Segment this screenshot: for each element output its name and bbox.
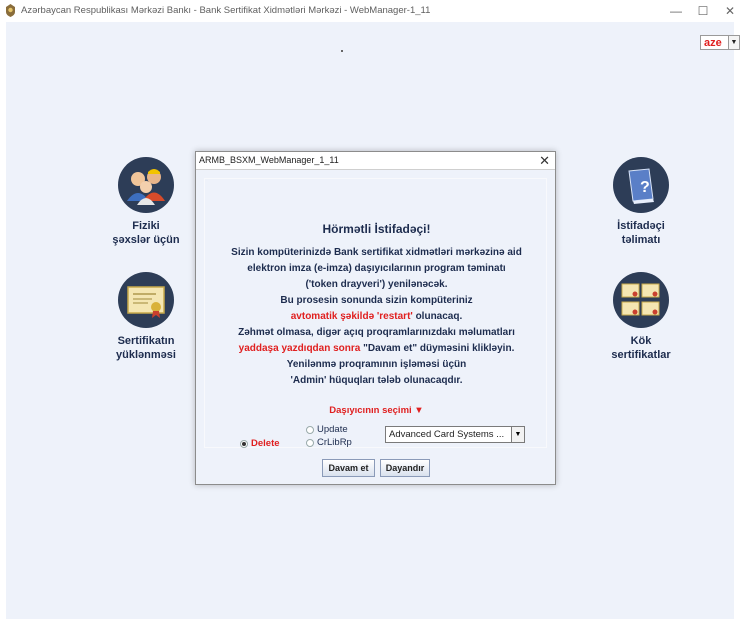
- certificate-icon: [118, 272, 174, 328]
- menu-individuals[interactable]: Fiziki şəxslər üçün: [105, 157, 187, 247]
- carrier-choice-label: Daşıyıcının seçimi ▼: [329, 405, 424, 416]
- continue-button[interactable]: Davam et: [322, 459, 375, 477]
- dialog-titlebar: ARMB_BSXM_WebManager_1_11 ✕: [196, 152, 555, 170]
- window-title: Azərbaycan Respublikası Mərkəzi Bankı - …: [21, 5, 431, 16]
- language-value: aze: [704, 37, 722, 49]
- minimize-button[interactable]: —: [668, 3, 684, 19]
- svg-text:?: ?: [640, 179, 650, 196]
- update-dialog: ARMB_BSXM_WebManager_1_11 ✕ Hörmətli İst…: [195, 151, 556, 485]
- radio-delete-dot: [240, 439, 248, 448]
- maximize-button[interactable]: ☐: [695, 3, 711, 19]
- caret-down-icon: ▼: [728, 36, 739, 49]
- root-certificates-icon: [613, 272, 669, 328]
- people-icon: [118, 157, 174, 213]
- radio-delete[interactable]: Delete: [240, 438, 280, 449]
- radio-update-dot: [306, 425, 314, 434]
- message-text: Sizin kompüterinizdə Bank sertifikat xid…: [231, 247, 522, 386]
- help-book-icon: ?: [613, 157, 669, 213]
- radio-delete-label: Delete: [251, 438, 280, 449]
- menu-individuals-label: Fiziki şəxslər üçün: [112, 220, 180, 246]
- radio-crlibrp-dot: [306, 438, 314, 447]
- dialog-title: ARMB_BSXM_WebManager_1_11: [199, 155, 339, 165]
- caret-down-icon: ▼: [511, 427, 524, 442]
- greeting: Hörmətli İstifadəçi!: [322, 222, 431, 236]
- dialog-content: Hörmətli İstifadəçi! Sizin kompüterinizd…: [204, 178, 547, 449]
- carrier-select[interactable]: Advanced Card Systems ... ▼: [385, 426, 525, 443]
- status-dot: [341, 50, 343, 52]
- menu-certificate-download[interactable]: Sertifikatın yüklənməsi: [105, 272, 187, 362]
- stop-button[interactable]: Dayandır: [380, 459, 430, 477]
- radio-crlibrp-label: CrLibRp: [317, 437, 352, 448]
- carrier-select-value: Advanced Card Systems ...: [389, 429, 505, 440]
- app-icon: [6, 4, 15, 17]
- window-titlebar: Azərbaycan Respublikası Mərkəzi Bankı - …: [0, 0, 740, 22]
- dialog-close-button[interactable]: ✕: [539, 153, 550, 168]
- language-select[interactable]: aze ▼: [700, 35, 740, 50]
- menu-user-guide[interactable]: ? İstifadəçi təlimatı: [601, 157, 681, 247]
- menu-root-certificates[interactable]: Kök sertifikatlar: [601, 272, 681, 362]
- radio-crlibrp[interactable]: CrLibRp: [306, 437, 352, 448]
- menu-root-certificates-label: Kök sertifikatlar: [611, 335, 671, 361]
- menu-user-guide-label: İstifadəçi təlimatı: [617, 220, 665, 246]
- window-close-button[interactable]: ✕: [722, 3, 738, 19]
- menu-certificate-download-label: Sertifikatın yüklənməsi: [116, 335, 176, 361]
- radio-update[interactable]: Update: [306, 424, 348, 435]
- radio-update-label: Update: [317, 424, 348, 435]
